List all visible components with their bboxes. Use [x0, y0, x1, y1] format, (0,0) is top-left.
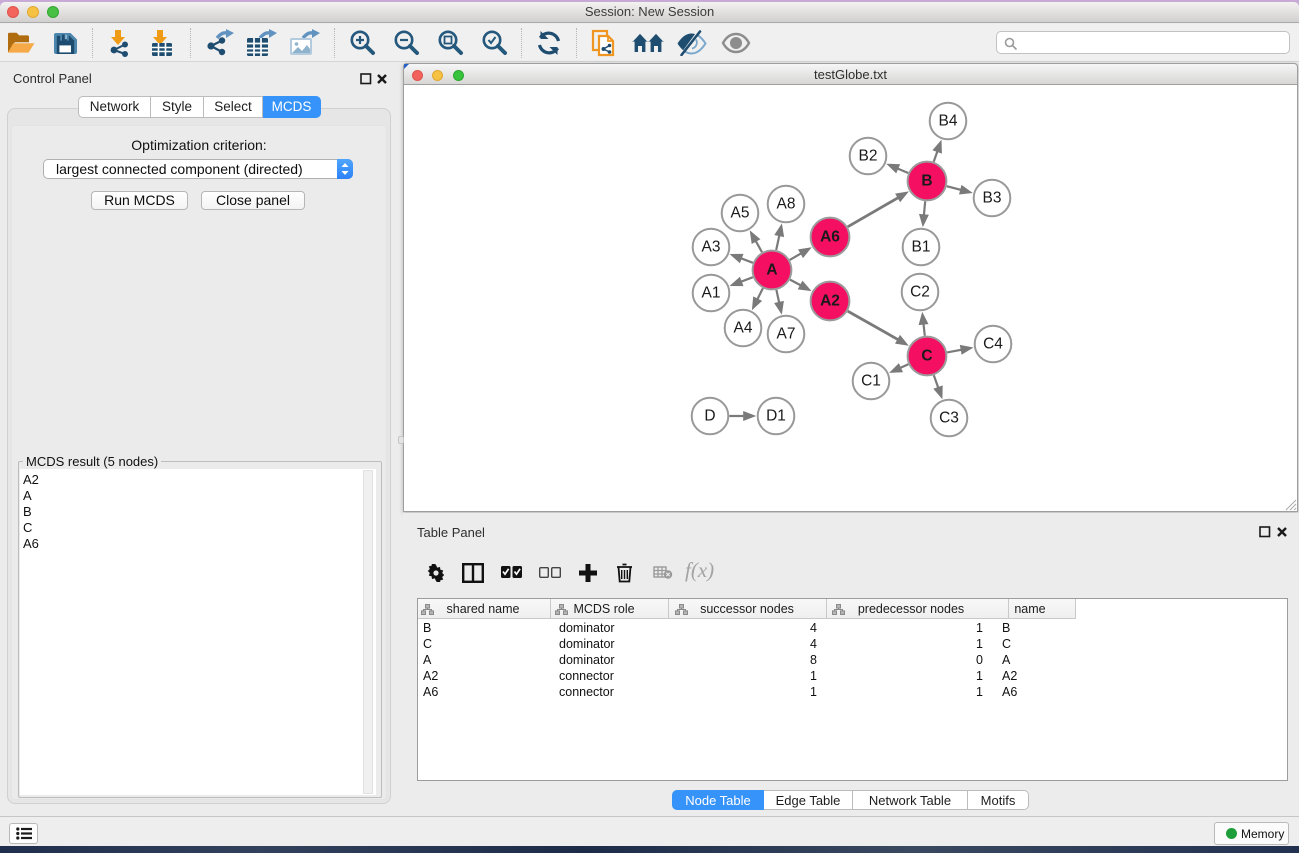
- svg-text:C: C: [921, 348, 932, 365]
- svg-text:B2: B2: [859, 148, 878, 165]
- svg-text:A6: A6: [820, 229, 840, 246]
- svg-text:B3: B3: [983, 190, 1002, 207]
- svg-text:B1: B1: [912, 239, 931, 256]
- svg-text:C3: C3: [939, 410, 959, 427]
- svg-text:C2: C2: [910, 284, 930, 301]
- svg-text:D1: D1: [766, 408, 786, 425]
- svg-text:C4: C4: [983, 336, 1003, 353]
- svg-text:A1: A1: [702, 285, 721, 302]
- svg-text:B4: B4: [939, 113, 958, 130]
- svg-text:A3: A3: [702, 239, 721, 256]
- svg-text:C1: C1: [861, 373, 881, 390]
- svg-text:B: B: [921, 173, 932, 190]
- svg-text:A4: A4: [734, 320, 753, 337]
- svg-text:D: D: [704, 408, 715, 425]
- svg-text:A: A: [766, 262, 777, 279]
- svg-text:A2: A2: [820, 293, 840, 310]
- svg-text:A8: A8: [777, 196, 796, 213]
- svg-text:A5: A5: [731, 205, 750, 222]
- svg-text:A7: A7: [777, 326, 796, 343]
